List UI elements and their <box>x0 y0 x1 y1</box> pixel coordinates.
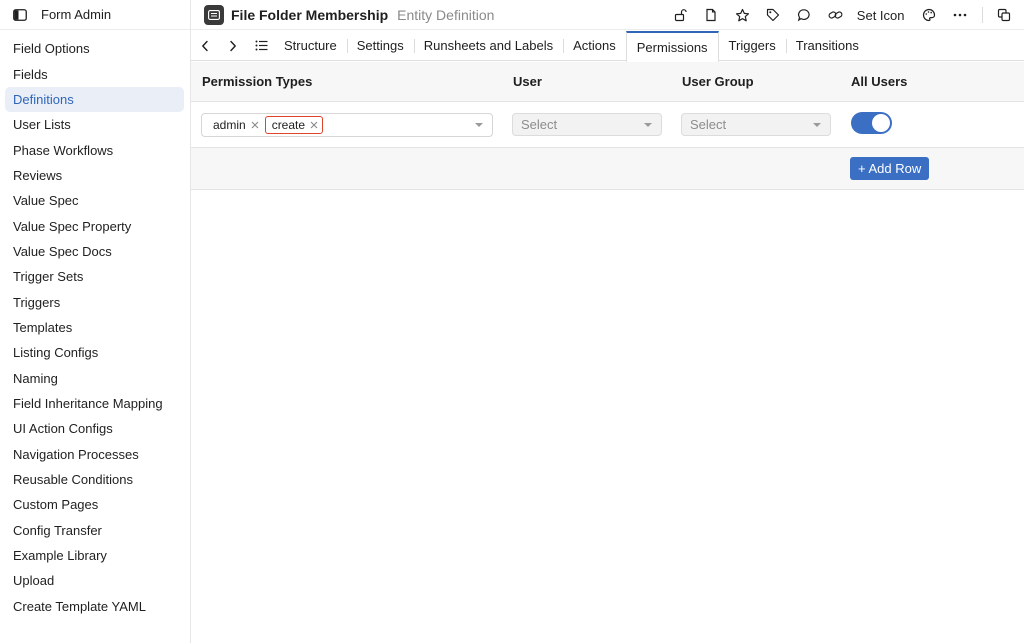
tab-permissions[interactable]: Permissions <box>625 30 719 62</box>
column-header-user-group: User Group <box>682 74 754 89</box>
user-group-select-placeholder: Select <box>690 117 727 132</box>
column-header-permission-types: Permission Types <box>202 74 313 89</box>
permission-types-multiselect[interactable]: admin create <box>201 113 493 137</box>
chevron-down-icon <box>813 123 821 127</box>
sidebar-nav: Field Options Fields Definitions User Li… <box>0 36 190 619</box>
sidebar-item-definitions[interactable]: Definitions <box>5 86 184 113</box>
sidebar-item-naming[interactable]: Naming <box>5 365 184 390</box>
page-subtitle: Entity Definition <box>397 6 495 23</box>
tab-triggers[interactable]: Triggers <box>719 31 786 61</box>
chevron-left-icon[interactable] <box>194 34 216 58</box>
sidebar-header: Form Admin <box>0 0 190 30</box>
sidebar-item-phase-workflows[interactable]: Phase Workflows <box>5 137 184 162</box>
sidebar-item-user-lists[interactable]: User Lists <box>5 112 184 137</box>
sidebar-item-templates[interactable]: Templates <box>5 315 184 340</box>
sidebar-item-upload[interactable]: Upload <box>5 568 184 593</box>
sidebar-item-listing-configs[interactable]: Listing Configs <box>5 340 184 365</box>
permission-chip-create: create <box>264 116 324 134</box>
app-title: Form Admin <box>41 7 112 22</box>
chevron-right-icon[interactable] <box>222 34 244 58</box>
set-icon-button[interactable]: Set Icon <box>857 8 905 23</box>
star-icon[interactable] <box>730 3 754 27</box>
sidebar-item-value-spec[interactable]: Value Spec <box>5 188 184 213</box>
tab-transitions[interactable]: Transitions <box>785 31 869 61</box>
sidebar-item-field-inheritance-mapping[interactable]: Field Inheritance Mapping <box>5 391 184 416</box>
sidebar-item-ui-action-configs[interactable]: UI Action Configs <box>5 416 184 441</box>
tab-bar: Structure Settings Runsheets and Labels … <box>191 30 1024 62</box>
sidebar-item-example-library[interactable]: Example Library <box>5 543 184 568</box>
sidebar-item-custom-pages[interactable]: Custom Pages <box>5 492 184 517</box>
sidebar-item-create-template-yaml[interactable]: Create Template YAML <box>5 594 184 619</box>
tab-actions[interactable]: Actions <box>563 31 626 61</box>
column-header-all-users: All Users <box>851 74 908 89</box>
add-row-button[interactable]: + Add Row <box>850 157 930 180</box>
top-bar: File Folder Membership Entity Definition… <box>191 0 1024 30</box>
tab-settings[interactable]: Settings <box>346 31 414 61</box>
sidebar-item-trigger-sets[interactable]: Trigger Sets <box>5 264 184 289</box>
user-select-placeholder: Select <box>521 117 558 132</box>
divider <box>981 7 983 23</box>
comment-icon[interactable] <box>792 3 816 27</box>
permission-chip-admin: admin <box>207 116 263 134</box>
remove-chip-icon[interactable] <box>310 121 318 129</box>
sidebar-item-field-options[interactable]: Field Options <box>5 36 184 61</box>
chip-label: admin <box>213 118 246 132</box>
chevron-down-icon <box>644 123 652 127</box>
tag-icon[interactable] <box>761 3 785 27</box>
sidebar-item-reviews[interactable]: Reviews <box>5 163 184 188</box>
list-icon[interactable] <box>250 34 272 58</box>
toggle-knob <box>872 114 890 132</box>
tab-runsheets-and-labels[interactable]: Runsheets and Labels <box>413 31 563 61</box>
sidebar-item-triggers[interactable]: Triggers <box>5 289 184 314</box>
sidebar-item-value-spec-docs[interactable]: Value Spec Docs <box>5 239 184 264</box>
table-header: Permission Types User User Group All Use… <box>191 62 1024 102</box>
entity-icon <box>204 4 224 25</box>
unlock-icon[interactable] <box>668 3 692 27</box>
link-icon[interactable] <box>823 3 847 27</box>
sidebar-item-config-transfer[interactable]: Config Transfer <box>5 518 184 543</box>
all-users-toggle[interactable] <box>851 112 892 134</box>
user-select[interactable]: Select <box>512 113 662 136</box>
column-header-user: User <box>513 74 542 89</box>
user-group-select[interactable]: Select <box>681 113 831 136</box>
sidebar-item-navigation-processes[interactable]: Navigation Processes <box>5 442 184 467</box>
top-actions: Set Icon <box>665 0 1024 30</box>
tab-structure[interactable]: Structure <box>274 31 347 61</box>
sidebar-item-value-spec-property[interactable]: Value Spec Property <box>5 213 184 238</box>
remove-chip-icon[interactable] <box>251 121 259 129</box>
copy-icon[interactable] <box>992 3 1016 27</box>
sidebar-item-reusable-conditions[interactable]: Reusable Conditions <box>5 467 184 492</box>
permissions-table: Permission Types User User Group All Use… <box>191 62 1024 190</box>
chip-label: create <box>271 118 306 132</box>
sidebar-item-fields[interactable]: Fields <box>5 61 184 86</box>
document-icon[interactable] <box>699 3 723 27</box>
palette-icon[interactable] <box>917 3 941 27</box>
chevron-down-icon[interactable] <box>475 123 483 127</box>
sidebar-toggle-icon[interactable] <box>13 8 27 22</box>
table-row: admin create Select Select <box>191 102 1024 148</box>
table-footer: + Add Row <box>191 148 1024 190</box>
page-title: File Folder Membership <box>231 6 389 23</box>
sidebar: Form Admin Field Options Fields Definiti… <box>0 0 191 643</box>
more-icon[interactable] <box>948 3 972 27</box>
